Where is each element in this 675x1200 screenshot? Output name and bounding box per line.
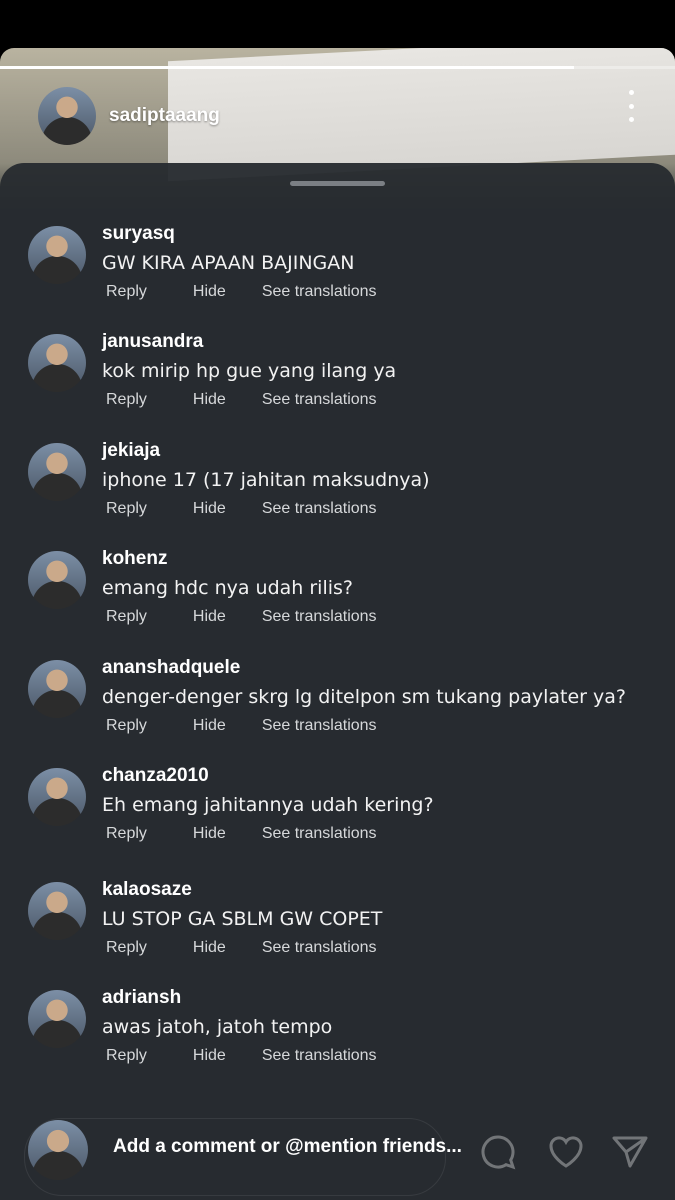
comment-row: kohenz emang hdc nya udah rilis? Reply Hide…	[28, 548, 377, 626]
comment-row: chanza2010 Eh emang jahitannya udah kerin…	[28, 765, 434, 843]
reply-button[interactable]: Reply	[106, 608, 147, 626]
reply-button[interactable]: Reply	[106, 717, 147, 735]
see-translations-button[interactable]: See translations	[262, 717, 377, 735]
comment-actions: Reply Hide See translations	[106, 500, 430, 518]
comment-text: iphone 17 (17 jahitan maksudnya)	[102, 469, 430, 491]
reply-button[interactable]: Reply	[106, 825, 147, 843]
comment-body: janusandra kok mirip hp gue yang ilang ya…	[102, 330, 396, 409]
comment-avatar[interactable]	[28, 660, 86, 718]
reply-button[interactable]: Reply	[106, 500, 147, 518]
story-username[interactable]: sadiptaaang	[109, 105, 220, 127]
hide-button[interactable]: Hide	[193, 717, 226, 735]
comment-actions: Reply Hide See translations	[106, 717, 626, 735]
comment-body: jekiaja iphone 17 (17 jahitan maksudnya) R…	[102, 439, 430, 518]
comment-bubble-icon[interactable]	[478, 1132, 518, 1172]
sheet-drag-handle[interactable]	[290, 181, 385, 186]
hide-button[interactable]: Hide	[193, 608, 226, 626]
comment-body: kalaosaze LU STOP GA SBLM GW COPET Reply Hi…	[102, 878, 382, 957]
story-progress-bar	[0, 66, 675, 69]
reply-button[interactable]: Reply	[106, 1047, 147, 1065]
comment-actions: Reply Hide See translations	[106, 1047, 377, 1065]
comment-avatar[interactable]	[28, 334, 86, 392]
comment-username[interactable]: kohenz	[102, 547, 377, 571]
comment-username[interactable]: jekiaja	[102, 439, 430, 463]
comment-text: Eh emang jahitannya udah kering?	[102, 794, 434, 816]
comment-actions: Reply Hide See translations	[106, 939, 382, 957]
story-progress-fill	[0, 66, 574, 69]
comment-body: adriansh awas jatoh, jatoh tempo Reply Hide…	[102, 986, 377, 1065]
comment-row: adriansh awas jatoh, jatoh tempo Reply Hide…	[28, 987, 377, 1065]
comment-username[interactable]: janusandra	[102, 330, 396, 354]
comment-text: emang hdc nya udah rilis?	[102, 577, 353, 599]
comment-row: suryasq GW KIRA APAAN BAJINGAN Reply Hide Se…	[28, 223, 377, 301]
more-vertical-icon[interactable]	[621, 90, 641, 122]
comment-text: LU STOP GA SBLM GW COPET	[102, 908, 383, 930]
comment-text: GW KIRA APAAN BAJINGAN	[102, 252, 355, 274]
comment-username[interactable]: chanza2010	[102, 764, 434, 788]
see-translations-button[interactable]: See translations	[262, 283, 377, 301]
reply-button[interactable]: Reply	[106, 283, 147, 301]
comment-actions: Reply Hide See translations	[106, 391, 396, 409]
see-translations-button[interactable]: See translations	[262, 939, 377, 957]
comment-username[interactable]: ananshadquele	[102, 656, 626, 680]
comment-body: suryasq GW KIRA APAAN BAJINGAN Reply Hide Se…	[102, 222, 377, 301]
comment-row: kalaosaze LU STOP GA SBLM GW COPET Reply Hi…	[28, 879, 382, 957]
hide-button[interactable]: Hide	[193, 500, 226, 518]
comment-avatar[interactable]	[28, 990, 86, 1048]
see-translations-button[interactable]: See translations	[262, 391, 377, 409]
comment-input-placeholder[interactable]: Add a comment or @mention friends...	[113, 1136, 462, 1158]
comment-text: denger-denger skrg lg ditelpon sm tukang…	[102, 686, 626, 708]
hide-button[interactable]: Hide	[193, 391, 226, 409]
hide-button[interactable]: Hide	[193, 283, 226, 301]
comment-body: ananshadquele denger-denger skrg lg ditel…	[102, 656, 626, 735]
see-translations-button[interactable]: See translations	[262, 608, 377, 626]
reply-button[interactable]: Reply	[106, 939, 147, 957]
comment-body: chanza2010 Eh emang jahitannya udah kerin…	[102, 764, 434, 843]
comment-username[interactable]: kalaosaze	[102, 878, 382, 902]
comment-body: kohenz emang hdc nya udah rilis? Reply Hide…	[102, 547, 377, 626]
comment-row: janusandra kok mirip hp gue yang ilang ya…	[28, 331, 396, 409]
hide-button[interactable]: Hide	[193, 825, 226, 843]
story-author-avatar[interactable]	[38, 87, 96, 145]
comment-username[interactable]: suryasq	[102, 222, 377, 246]
story-header[interactable]: sadiptaaang	[38, 86, 220, 146]
comment-username[interactable]: adriansh	[102, 986, 377, 1010]
comment-avatar[interactable]	[28, 551, 86, 609]
hide-button[interactable]: Hide	[193, 939, 226, 957]
send-icon[interactable]	[610, 1132, 650, 1172]
see-translations-button[interactable]: See translations	[262, 825, 377, 843]
comment-avatar[interactable]	[28, 768, 86, 826]
comment-text: awas jatoh, jatoh tempo	[102, 1016, 333, 1038]
current-user-avatar	[28, 1120, 88, 1180]
see-translations-button[interactable]: See translations	[262, 1047, 377, 1065]
comment-actions: Reply Hide See translations	[106, 283, 377, 301]
comment-avatar[interactable]	[28, 226, 86, 284]
comment-actions: Reply Hide See translations	[106, 825, 434, 843]
see-translations-button[interactable]: See translations	[262, 500, 377, 518]
reply-button[interactable]: Reply	[106, 391, 147, 409]
heart-icon[interactable]	[546, 1132, 586, 1172]
comment-avatar[interactable]	[28, 443, 86, 501]
comment-row: jekiaja iphone 17 (17 jahitan maksudnya) R…	[28, 440, 430, 518]
comment-composer-bar: Add a comment or @mention friends...	[0, 1110, 675, 1200]
comment-text: kok mirip hp gue yang ilang ya	[102, 360, 397, 382]
hide-button[interactable]: Hide	[193, 1047, 226, 1065]
comment-row: ananshadquele denger-denger skrg lg ditel…	[28, 657, 626, 735]
comment-actions: Reply Hide See translations	[106, 608, 377, 626]
comment-avatar[interactable]	[28, 882, 86, 940]
